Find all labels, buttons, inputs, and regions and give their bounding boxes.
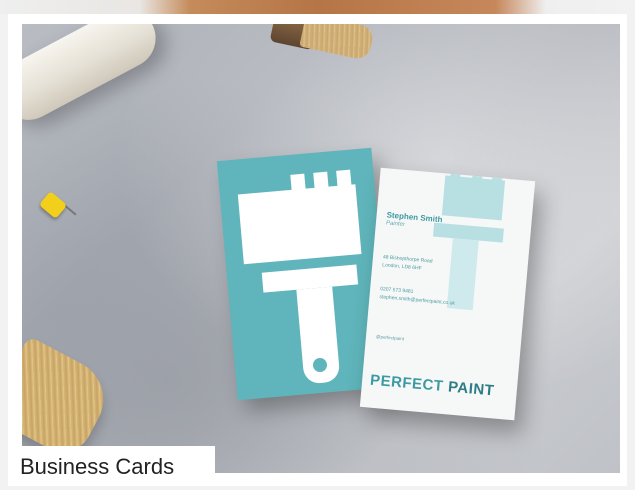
brand-word-1: PERFECT <box>369 371 445 395</box>
business-card-back: Stephen Smith Painter 48 Bishopthorpe Ro… <box>359 167 536 421</box>
card-brand-logo: PERFECT PAINT <box>369 372 495 400</box>
portfolio-photo[interactable]: Stephen Smith Painter 48 Bishopthorpe Ro… <box>22 24 620 473</box>
card-email: stephen.smith@perfectpaint.co.uk <box>379 294 456 307</box>
brand-word-2: PAINT <box>447 378 496 400</box>
paint-drip <box>336 169 354 206</box>
pushpin-icon <box>36 191 86 232</box>
paint-drip <box>290 173 308 215</box>
top-image-strip <box>0 0 635 14</box>
card-social-handle: @perfectpaint <box>375 333 405 342</box>
card-address-line2: London, LD8 6HF <box>381 262 422 272</box>
caption-title[interactable]: Business Cards <box>20 454 174 480</box>
paintbrush-prop-left <box>22 335 118 463</box>
caption-box[interactable]: Business Cards <box>8 446 215 486</box>
roller-prop <box>22 24 167 131</box>
card-role: Painter <box>385 220 406 229</box>
paintbrush-prop-top <box>269 24 382 64</box>
